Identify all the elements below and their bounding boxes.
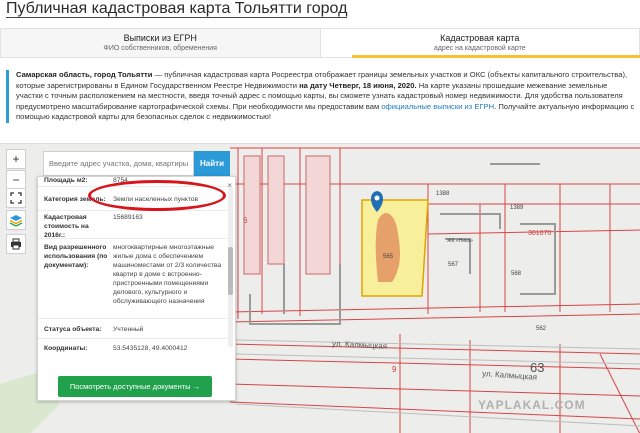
description-lead: Самарская область, город Тольятти: [16, 70, 153, 79]
info-key: Площадь м2:: [44, 177, 88, 184]
tab-egrn-extracts-sub: ФИО собственников, обременения: [103, 45, 217, 52]
label-6: 6: [243, 216, 248, 225]
info-value: Учтенный: [113, 326, 144, 333]
label-9: 9: [392, 365, 397, 374]
tab-cadastral-map-sub: адрес на кадастровой карте: [433, 45, 526, 52]
label-568: 568: [511, 271, 522, 277]
info-key: Кадастровая стоимость на 2016г.:: [44, 214, 89, 239]
page-description: Самарская область, город Тольятти — публ…: [6, 70, 636, 123]
info-key: Вид разрешенного использования (по докум…: [44, 244, 108, 269]
tab-bar: Выписки из ЕГРН ФИО собственников, обрем…: [0, 28, 640, 58]
label-1388: 1388: [436, 191, 450, 197]
label-567: 567: [448, 262, 459, 268]
label-residential-complex: ЖК «Ника»: [447, 238, 473, 244]
fullscreen-button[interactable]: [6, 188, 26, 208]
label-565: 565: [383, 254, 394, 260]
address-search-input[interactable]: [43, 151, 194, 176]
info-row-permitted-use: Вид разрешенного использования (по докум…: [38, 239, 228, 319]
printer-icon: [11, 238, 21, 250]
print-button[interactable]: [6, 234, 26, 254]
tab-cadastral-map[interactable]: Кадастровая карта адрес на кадастровой к…: [319, 29, 639, 57]
info-row-status: Статуса объекта: Учтенный: [38, 319, 228, 339]
tab-egrn-extracts-label: Выписки из ЕГРН: [123, 33, 197, 43]
zoom-in-button[interactable]: +: [6, 149, 26, 169]
label-562: 562: [536, 326, 547, 332]
tab-cadastral-map-label: Кадастровая карта: [440, 33, 520, 43]
layers-icon: [9, 215, 23, 227]
info-key: Статуса объекта:: [44, 326, 102, 333]
info-panel-scrollbar[interactable]: [228, 187, 233, 347]
info-value: 53.5435128, 49.4000412: [113, 345, 188, 352]
info-row-cadastral-value: Кадастровая стоимость на 2016г.: 1568916…: [38, 211, 228, 239]
layers-button[interactable]: [6, 210, 26, 230]
annotation-ellipse: [88, 180, 226, 211]
info-value: многоквартирные многоэтажные жилые дома …: [113, 244, 222, 305]
info-row-coordinates: Координаты: 53.5435128, 49.4000412: [38, 339, 228, 357]
watermark: YAPLAKAL.COM: [478, 398, 586, 412]
info-key: Координаты:: [44, 345, 88, 352]
page-title: Публичная кадастровая карта Тольятти гор…: [6, 0, 348, 18]
search-button[interactable]: Найти: [194, 151, 230, 176]
active-tab-indicator: [352, 55, 640, 58]
fullscreen-icon: [10, 192, 22, 204]
egrn-extracts-link[interactable]: официальные выписки из ЕГРН: [381, 102, 494, 111]
label-1389: 1389: [510, 205, 524, 211]
zoom-out-button[interactable]: −: [6, 170, 26, 190]
info-value: 15689163: [113, 214, 143, 221]
description-date: на дату Четверг, 18 июня, 2020.: [299, 80, 417, 90]
view-documents-button[interactable]: Посмотреть доступные документы →: [58, 376, 212, 397]
tab-egrn-extracts[interactable]: Выписки из ЕГРН ФИО собственников, обрем…: [1, 29, 320, 57]
label-301070: 301070: [528, 230, 551, 237]
scrollbar-thumb[interactable]: [228, 247, 233, 295]
